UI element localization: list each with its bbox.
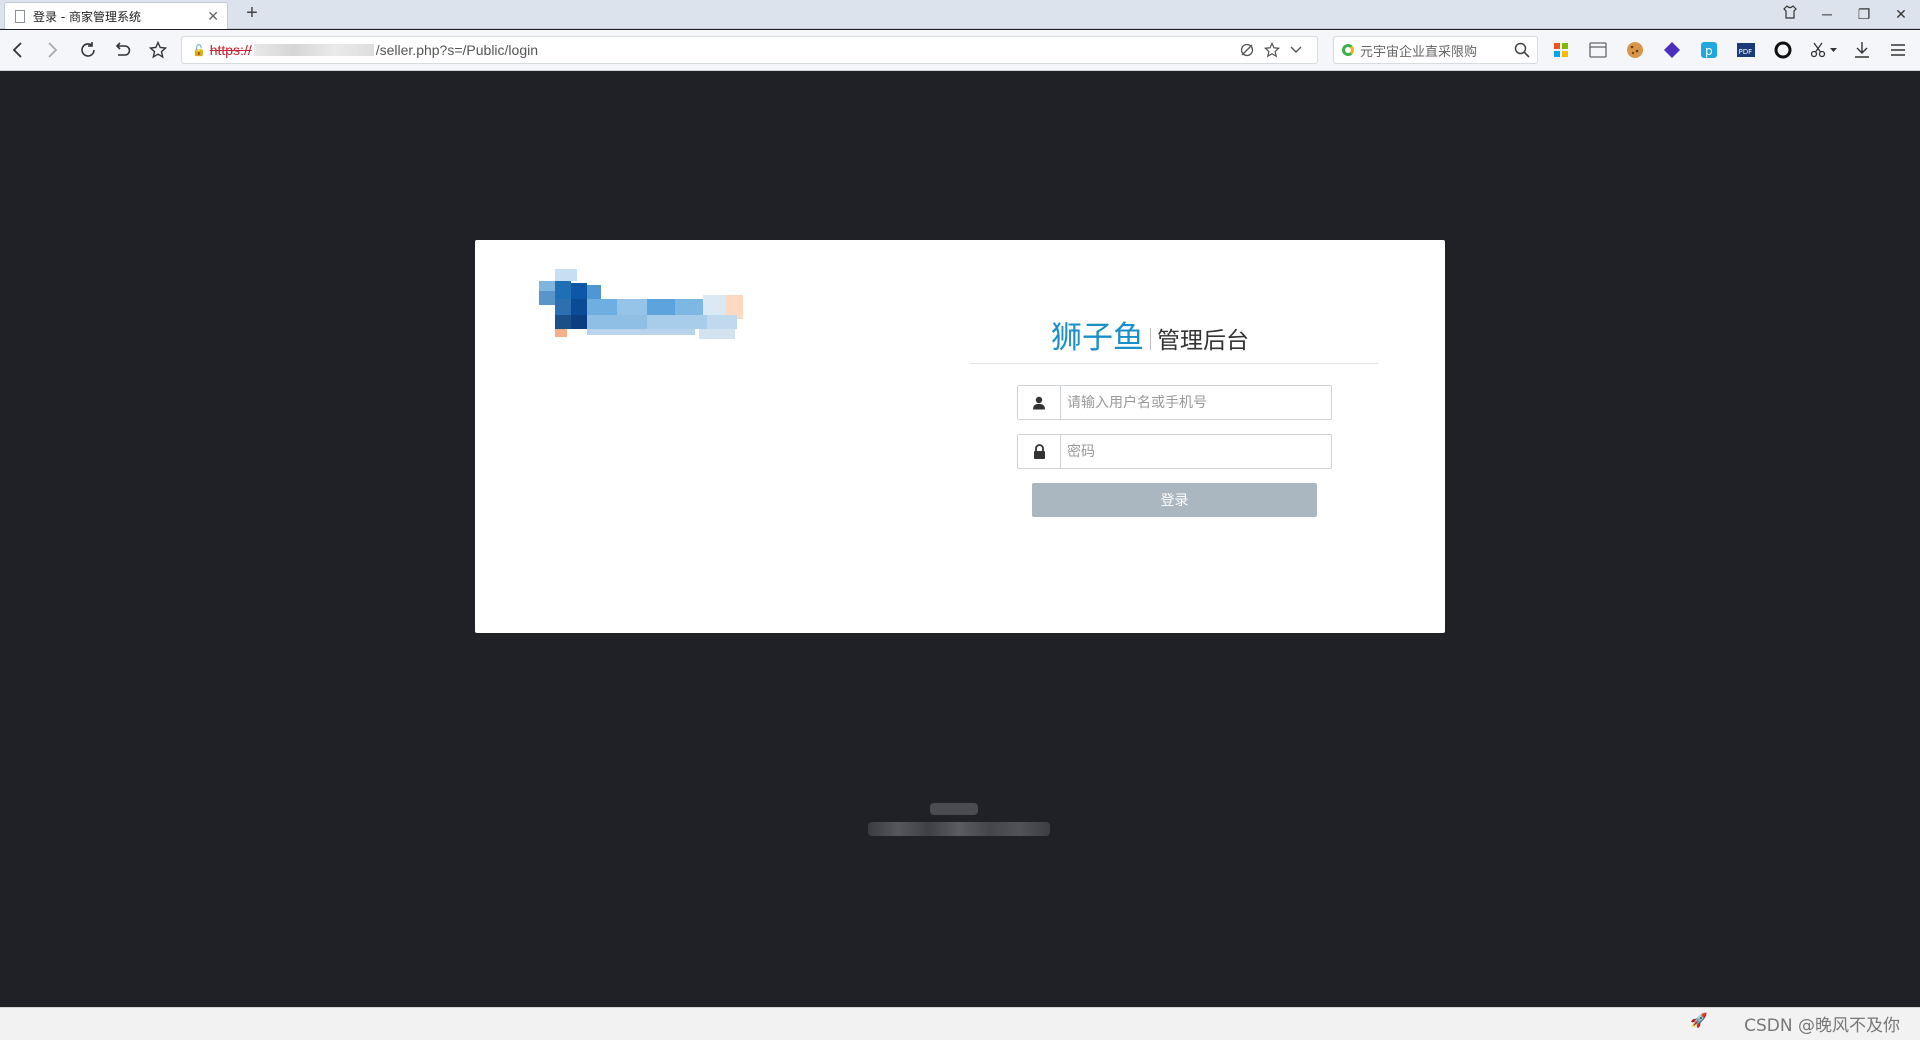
purple-cube-icon[interactable] — [1662, 40, 1682, 60]
browser-tab-bar — [0, 0, 1920, 29]
login-brand: 狮子鱼 管理后台 — [960, 312, 1340, 360]
bookmark-star-icon[interactable] — [1262, 40, 1282, 60]
browser-tab[interactable]: 登录 - 商家管理系统 ✕ — [4, 2, 228, 29]
new-tab-button[interactable]: + — [240, 2, 264, 26]
footer-redacted — [868, 800, 1050, 842]
brand-separator — [1150, 328, 1151, 350]
lock-icon — [1018, 435, 1061, 468]
search-box[interactable]: 元宇宙企业直采限购 — [1333, 36, 1538, 64]
window-panel-icon[interactable] — [1588, 40, 1608, 60]
page-icon — [15, 9, 25, 23]
user-icon — [1018, 386, 1061, 419]
password-input[interactable] — [1061, 435, 1331, 468]
shirt-icon[interactable] — [1776, 4, 1804, 24]
close-window-button[interactable]: ✕ — [1887, 4, 1915, 24]
tab-close-icon[interactable]: ✕ — [207, 8, 219, 25]
username-input[interactable] — [1061, 386, 1331, 419]
search-icon[interactable] — [1512, 40, 1532, 60]
url-path: /seller.php?s=/Public/login — [375, 42, 539, 58]
reload-button[interactable] — [74, 36, 102, 64]
back-button[interactable] — [4, 36, 32, 64]
menu-icon[interactable] — [1888, 40, 1908, 60]
url-protocol: https:// — [209, 42, 252, 58]
favorite-star-icon[interactable] — [144, 36, 172, 64]
status-bar — [0, 1007, 1920, 1040]
username-field[interactable] — [1017, 385, 1332, 420]
cookie-icon[interactable] — [1625, 40, 1645, 60]
apps-grid-icon[interactable] — [1551, 40, 1571, 60]
reader-mode-icon[interactable] — [1237, 40, 1257, 60]
record-circle-icon[interactable] — [1773, 40, 1793, 60]
insecure-lock-icon: 🔓 — [192, 44, 206, 57]
brand-name: 狮子鱼 — [1051, 320, 1144, 356]
svg-text:p: p — [1705, 44, 1713, 58]
brand-subtitle: 管理后台 — [1157, 328, 1249, 354]
search-engine-icon — [1342, 44, 1354, 56]
download-icon[interactable] — [1852, 40, 1872, 60]
address-bar[interactable]: 🔓 https:// /seller.php?s=/Public/login — [181, 36, 1318, 64]
search-placeholder: 元宇宙企业直采限购 — [1360, 44, 1478, 60]
url-host-redacted — [253, 44, 374, 56]
forward-button[interactable] — [38, 36, 66, 64]
tab-title: 登录 - 商家管理系统 — [33, 9, 141, 24]
minimize-button[interactable]: ─ — [1813, 4, 1841, 24]
restore-button[interactable]: ❐ — [1850, 4, 1878, 24]
csdn-watermark: CSDN @晚风不及你 — [1744, 1016, 1900, 1036]
scissors-menu-chevron-icon[interactable] — [1827, 40, 1839, 60]
login-button[interactable]: 登录 — [1032, 483, 1317, 517]
p-badge-icon[interactable]: p — [1699, 40, 1719, 60]
svg-text:PDF: PDF — [1739, 48, 1753, 56]
rocket-icon[interactable]: 🚀 — [1690, 1012, 1707, 1029]
undo-close-button[interactable] — [108, 36, 136, 64]
password-field[interactable] — [1017, 434, 1332, 469]
pdf-icon[interactable]: PDF — [1736, 40, 1756, 60]
chevron-down-icon[interactable] — [1286, 40, 1306, 60]
company-logo-redacted — [539, 269, 765, 341]
brand-divider — [970, 363, 1378, 364]
scissors-icon[interactable] — [1808, 40, 1828, 60]
